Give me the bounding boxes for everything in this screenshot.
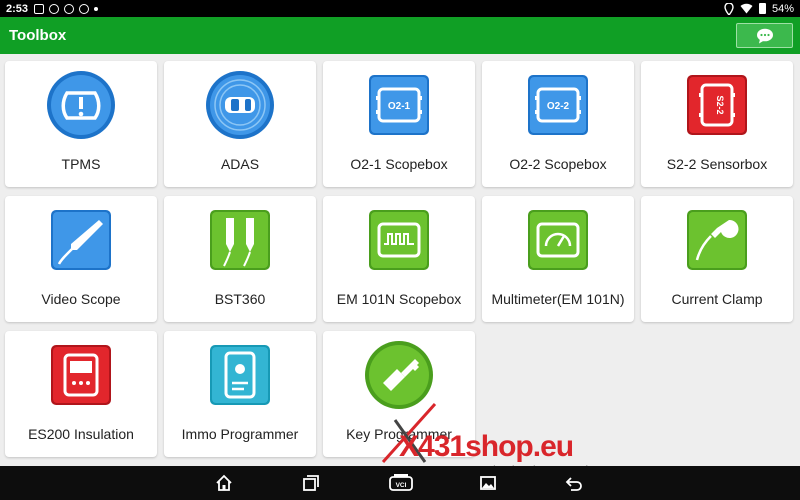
tool-s2-2-sensorbox[interactable]: S2-2 S2-2 Sensorbox (641, 61, 793, 187)
recent-apps-button[interactable] (300, 473, 322, 493)
bst360-icon (210, 210, 270, 270)
scopebox-icon: O2-1 (369, 75, 429, 135)
tool-label: O2-2 Scopebox (509, 156, 607, 172)
tool-key-programmer[interactable]: Key Programmer (323, 331, 475, 457)
tool-label: EM 101N Scopebox (336, 291, 462, 307)
vci-button[interactable]: VCI (388, 473, 414, 493)
tool-video-scope[interactable]: Video Scope (5, 196, 157, 322)
home-icon (216, 474, 232, 491)
battery-percent: 54% (771, 2, 794, 15)
key-programmer-icon (365, 341, 433, 409)
tool-label: Multimeter(EM 101N) (491, 291, 625, 307)
recent-apps-icon (303, 475, 319, 491)
insulation-tester-icon (51, 345, 111, 405)
chat-icon (64, 3, 75, 14)
tool-bst360[interactable]: BST360 (164, 196, 316, 322)
status-right: 54% (724, 2, 794, 15)
icon-text: O2-2 (547, 101, 570, 112)
adas-icon (206, 71, 274, 139)
scopebox-icon: O2-2 (528, 75, 588, 135)
tool-multimeter[interactable]: Multimeter(EM 101N) (482, 196, 634, 322)
tool-adas[interactable]: ADAS (164, 61, 316, 187)
screenshot-icon (480, 476, 496, 490)
tool-em101n-scopebox[interactable]: EM 101N Scopebox (323, 196, 475, 322)
home-button[interactable] (213, 473, 235, 493)
navigation-bar: VCI (0, 466, 800, 500)
app-header: Toolbox (0, 17, 800, 54)
status-bar: 2:53 54% (0, 0, 800, 17)
status-time: 2:53 (6, 2, 29, 15)
back-icon (565, 477, 582, 491)
tool-label: TPMS (61, 156, 101, 172)
toolbox-grid: TPMS ADAS O2-1 O2-1 Scopebox O2-2 O2-2 S… (0, 54, 800, 478)
tool-label: Current Clamp (671, 291, 763, 307)
location-icon (724, 2, 734, 15)
back-button[interactable] (563, 473, 585, 493)
tool-immo-programmer[interactable]: Immo Programmer (164, 331, 316, 457)
tool-label: Video Scope (41, 291, 121, 307)
icon-text: O2-1 (388, 101, 411, 112)
screenshot-button[interactable] (477, 473, 499, 493)
vci-icon: VCI (389, 474, 413, 491)
icon-text: S2-2 (715, 95, 725, 114)
tool-es200-insulation[interactable]: ES200 Insulation (5, 331, 157, 457)
page-title: Toolbox (9, 27, 67, 44)
tool-label: ADAS (220, 156, 260, 172)
image-icon (34, 3, 45, 14)
video-scope-icon (51, 210, 111, 270)
chat-icon (79, 3, 90, 14)
wifi-icon (740, 3, 753, 14)
tool-label: Immo Programmer (181, 426, 299, 442)
tool-o2-1-scopebox[interactable]: O2-1 O2-1 Scopebox (323, 61, 475, 187)
steering-icon (49, 3, 60, 14)
tool-tpms[interactable]: TPMS (5, 61, 157, 187)
battery-icon (758, 3, 766, 14)
tool-label: S2-2 Sensorbox (666, 156, 768, 172)
immo-programmer-icon (210, 345, 270, 405)
oscilloscope-icon (369, 210, 429, 270)
vci-label: VCI (396, 482, 407, 489)
multimeter-icon (528, 210, 588, 270)
sensorbox-icon: S2-2 (687, 75, 747, 135)
tool-label: Key Programmer (346, 426, 452, 442)
tool-o2-2-scopebox[interactable]: O2-2 O2-2 Scopebox (482, 61, 634, 187)
message-bubble-icon (756, 28, 773, 43)
tpms-icon (47, 71, 115, 139)
message-button[interactable] (736, 23, 793, 48)
tool-label: BST360 (214, 291, 266, 307)
tool-current-clamp[interactable]: Current Clamp (641, 196, 793, 322)
dot-icon (94, 6, 99, 11)
tool-label: O2-1 Scopebox (350, 156, 448, 172)
current-clamp-icon (687, 210, 747, 270)
tool-label: ES200 Insulation (28, 426, 134, 442)
